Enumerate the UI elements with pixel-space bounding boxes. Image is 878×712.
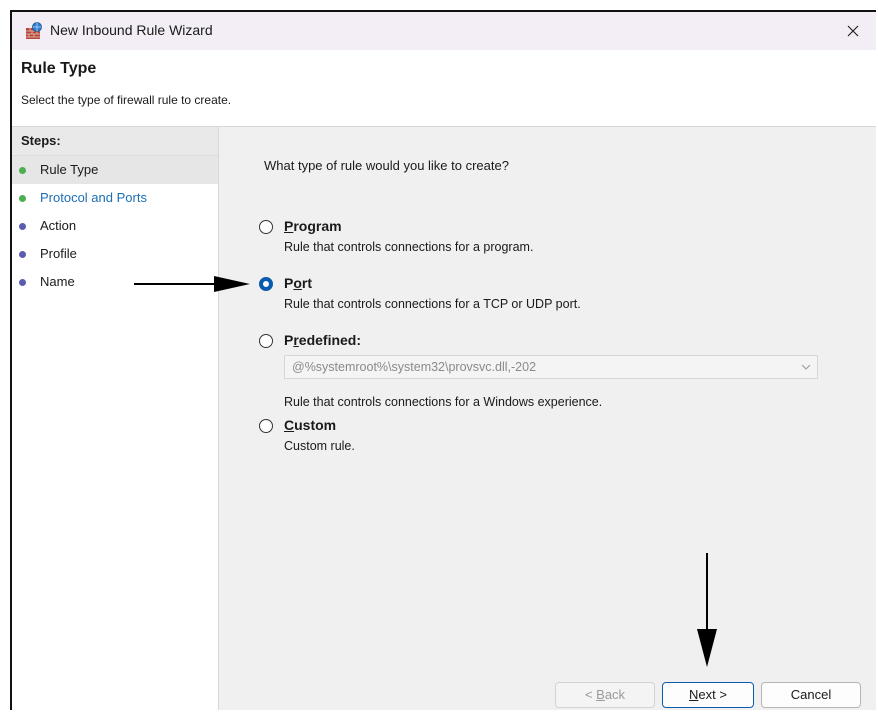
step-complete-icon: [19, 195, 26, 202]
steps-panel: Steps: Rule Type Protocol and Ports Acti…: [12, 127, 219, 710]
step-label: Name: [40, 274, 75, 289]
wizard-header: Rule Type Select the type of firewall ru…: [12, 50, 876, 127]
step-label: Profile: [40, 246, 77, 261]
steps-heading: Steps:: [12, 127, 218, 156]
step-pending-icon: [19, 223, 26, 230]
step-action: Action: [12, 212, 218, 240]
next-button[interactable]: Next >: [662, 682, 754, 708]
predefined-select[interactable]: @%systemroot%\system32\provsvc.dll,-202: [284, 355, 818, 379]
step-profile: Profile: [12, 240, 218, 268]
custom-description: Custom rule.: [284, 439, 355, 453]
close-icon: [847, 25, 859, 37]
close-button[interactable]: [830, 12, 876, 50]
back-button[interactable]: < Back: [555, 682, 655, 708]
step-protocol-and-ports[interactable]: Protocol and Ports: [12, 184, 218, 212]
program-description: Rule that controls connections for a pro…: [284, 240, 534, 254]
custom-radio[interactable]: [259, 419, 273, 433]
port-radio[interactable]: [259, 277, 273, 291]
port-description: Rule that controls connections for a TCP…: [284, 297, 581, 311]
window-title: New Inbound Rule Wizard: [50, 22, 213, 38]
main-content: What type of rule would you like to crea…: [219, 127, 876, 710]
predefined-radio[interactable]: [259, 334, 273, 348]
program-label[interactable]: Program: [284, 218, 342, 234]
page-title: Rule Type: [21, 60, 97, 77]
program-radio[interactable]: [259, 220, 273, 234]
step-label: Action: [40, 218, 77, 233]
page-subtitle: Select the type of firewall rule to crea…: [21, 93, 232, 107]
step-pending-icon: [19, 251, 26, 258]
predefined-select-value: @%systemroot%\system32\provsvc.dll,-202: [292, 360, 537, 374]
annotation-arrow-right-icon: [134, 276, 250, 292]
chevron-down-icon: [801, 364, 811, 370]
predefined-label[interactable]: Predefined:: [284, 332, 361, 348]
predefined-description: Rule that controls connections for a Win…: [284, 395, 603, 409]
step-rule-type: Rule Type: [12, 156, 218, 184]
step-label[interactable]: Protocol and Ports: [40, 190, 147, 205]
rule-type-question: What type of rule would you like to crea…: [264, 158, 509, 173]
step-complete-icon: [19, 167, 26, 174]
firewall-icon: [26, 22, 42, 39]
annotation-arrow-down-icon: [697, 553, 717, 667]
custom-label[interactable]: Custom: [284, 417, 336, 433]
cancel-button[interactable]: Cancel: [761, 682, 861, 708]
wizard-window: New Inbound Rule Wizard Rule Type Select…: [10, 10, 876, 710]
step-label: Rule Type: [40, 162, 99, 177]
step-pending-icon: [19, 279, 26, 286]
port-label[interactable]: Port: [284, 275, 312, 291]
title-bar: New Inbound Rule Wizard: [12, 12, 876, 50]
